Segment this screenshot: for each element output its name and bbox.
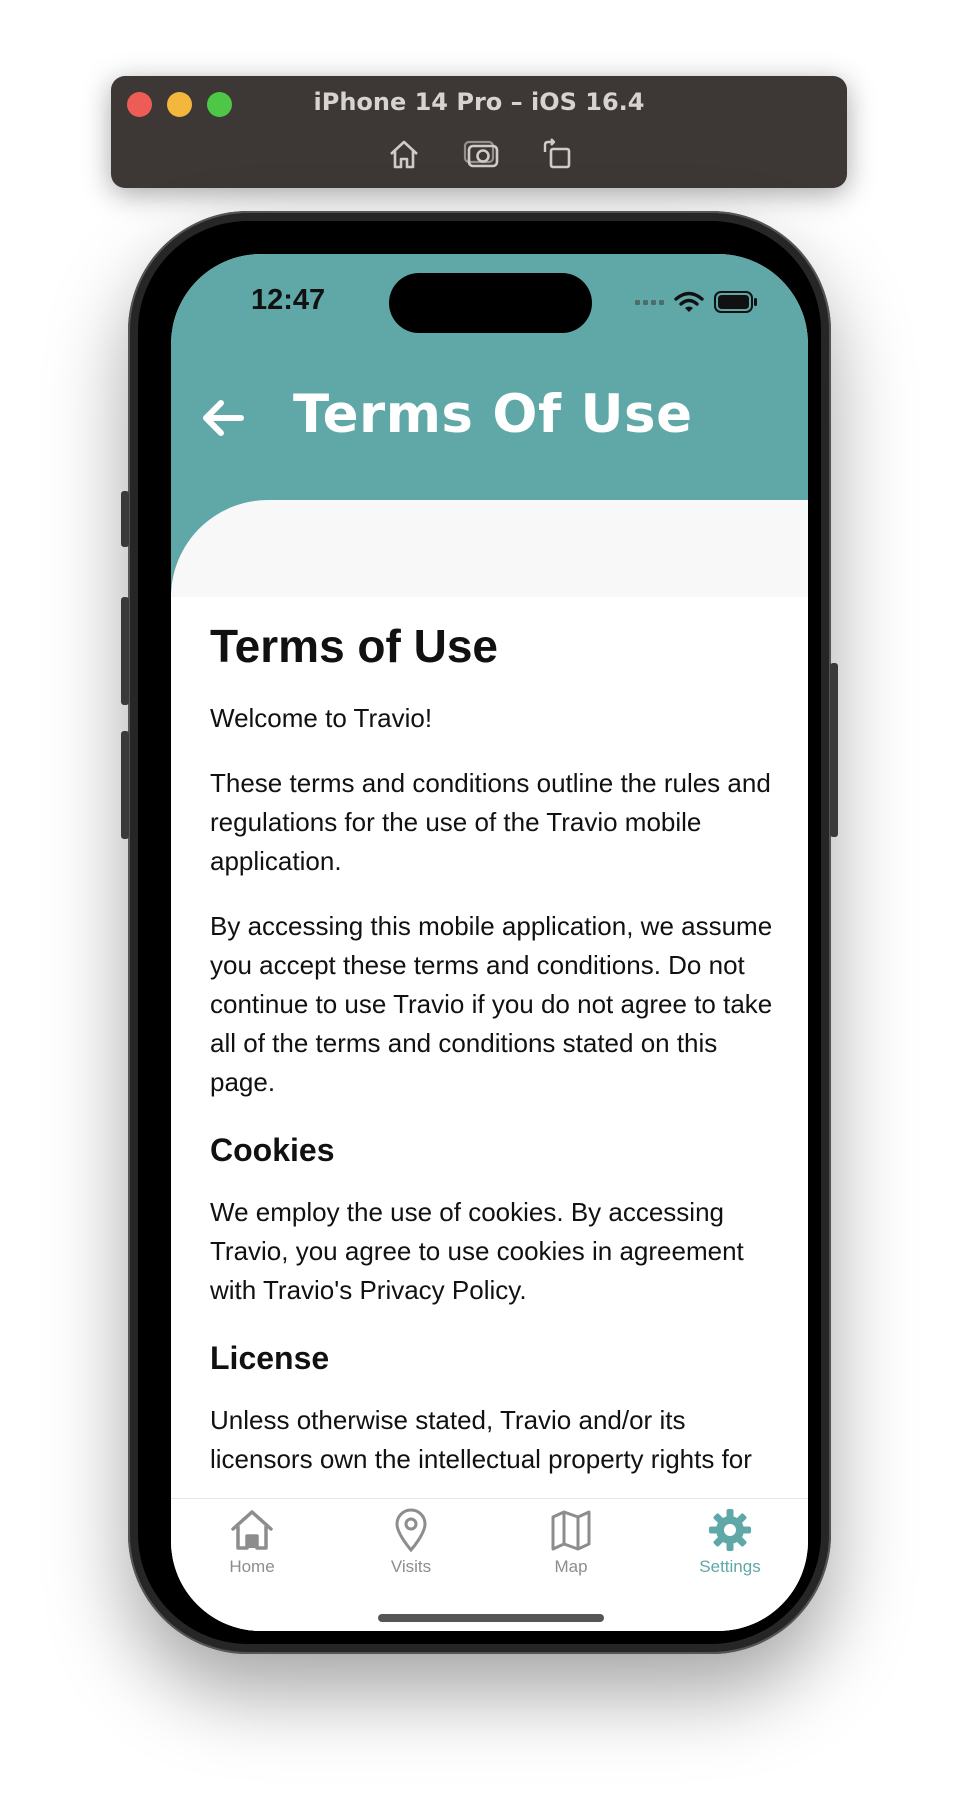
simulator-toolbar: iPhone 14 Pro – iOS 16.4 (111, 76, 847, 188)
tab-home[interactable]: Home (192, 1507, 312, 1587)
cellular-signal-icon (635, 299, 664, 305)
content-top-band (171, 500, 808, 597)
cookies-heading: Cookies (210, 1132, 335, 1168)
tab-home-label: Home (229, 1557, 275, 1576)
gear-icon (709, 1509, 751, 1551)
tab-map[interactable]: Map (511, 1507, 631, 1587)
home-indicator (378, 1614, 604, 1622)
home-icon[interactable] (386, 136, 422, 172)
rotate-icon[interactable] (539, 136, 575, 172)
page-title: Terms Of Use (293, 384, 693, 445)
battery-icon (714, 291, 757, 313)
simulator-title: iPhone 14 Pro – iOS 16.4 (313, 88, 645, 116)
tab-settings-label: Settings (699, 1557, 761, 1576)
phone-bezel: 12:47 Terms Of Use Terms of Use Welcome … (138, 221, 821, 1644)
status-time: 12:47 (251, 284, 326, 316)
home-icon (231, 1510, 273, 1550)
location-pin-icon (395, 1508, 427, 1553)
volume-down-button (121, 731, 129, 839)
silent-switch (121, 491, 129, 547)
terms-paragraph-2: By accessing this mobile application, we… (210, 911, 773, 1097)
terms-content[interactable]: Terms of Use Welcome to Travio! These te… (210, 597, 780, 1477)
content-card: Terms of Use Welcome to Travio! These te… (171, 500, 808, 1631)
volume-up-button (121, 597, 129, 705)
tab-map-label: Map (554, 1557, 588, 1576)
license-paragraph: Unless otherwise stated, Travio and/or i… (210, 1405, 752, 1474)
tab-visits-label: Visits (390, 1557, 432, 1576)
terms-paragraph-1: These terms and conditions outline the r… (210, 768, 771, 876)
tab-settings[interactable]: Settings (670, 1507, 790, 1587)
phone-screen: 12:47 Terms Of Use Terms of Use Welcome … (171, 254, 808, 1631)
terms-heading: Terms of Use (210, 620, 499, 672)
tab-visits[interactable]: Visits (351, 1507, 471, 1587)
phone-frame: 12:47 Terms Of Use Terms of Use Welcome … (121, 211, 838, 1654)
cookies-paragraph: We employ the use of cookies. By accessi… (210, 1197, 744, 1305)
screenshot-icon[interactable] (461, 136, 501, 172)
dynamic-island (389, 273, 592, 333)
welcome-text: Welcome to Travio! (210, 703, 433, 733)
arrow-left-icon[interactable] (201, 396, 245, 440)
license-heading: License (210, 1340, 330, 1376)
power-button (830, 663, 838, 837)
status-icons (635, 288, 758, 316)
wifi-icon (674, 291, 704, 312)
tab-bar: Home Visits Map Settings (171, 1498, 808, 1631)
map-icon (551, 1510, 591, 1551)
